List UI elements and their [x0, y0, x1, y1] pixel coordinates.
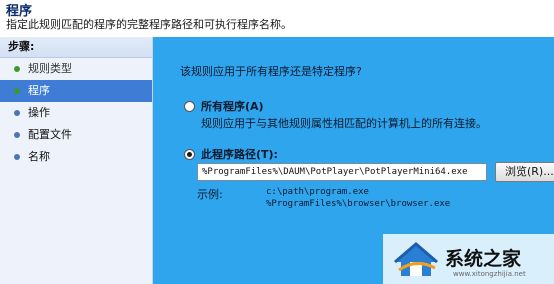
all-programs-description: 规则应用于与其他规则属性相匹配的计算机上的所有连接。 — [201, 117, 487, 130]
example-line: %ProgramFiles%\browser\browser.exe — [266, 199, 451, 209]
step-label: 操作 — [28, 106, 50, 119]
step-complete-icon — [14, 66, 20, 72]
program-question: 该规则应用于所有程序还是特定程序? — [180, 65, 362, 78]
step-label: 规则类型 — [28, 62, 72, 75]
steps-header: 步骤: — [0, 37, 152, 58]
step-current-icon — [14, 88, 20, 94]
example-line: c:\path\program.exe — [266, 187, 369, 197]
step-name[interactable]: 名称 — [0, 146, 152, 168]
step-label: 名称 — [28, 150, 50, 163]
browse-button[interactable]: 浏览(R)... — [495, 162, 554, 182]
step-bullet-icon — [14, 110, 20, 116]
step-action[interactable]: 操作 — [0, 102, 152, 124]
this-program-radio[interactable] — [184, 149, 195, 160]
this-program-label[interactable]: 此程序路径(T): — [201, 146, 278, 162]
page-description: 指定此规则匹配的程序的完整程序路径和可执行程序名称。 — [6, 18, 292, 31]
step-rule-type[interactable]: 规则类型 — [0, 58, 152, 80]
step-profile[interactable]: 配置文件 — [0, 124, 152, 146]
step-bullet-icon — [14, 132, 20, 138]
all-programs-label[interactable]: 所有程序(A) — [201, 98, 264, 114]
steps-sidebar: 步骤: 规则类型 程序 操作 配置文件 名称 — [0, 37, 153, 284]
watermark-brand: 系统之家 — [445, 248, 522, 270]
watermark-url: www.xitongzhijia.net — [453, 270, 526, 278]
all-programs-radio[interactable] — [184, 101, 195, 112]
step-program[interactable]: 程序 — [0, 80, 152, 102]
site-watermark: 系统之家 www.xitongzhijia.net — [383, 234, 554, 284]
example-label: 示例: — [197, 188, 223, 201]
house-logo-icon — [394, 242, 438, 276]
step-bullet-icon — [14, 154, 20, 160]
step-label: 程序 — [28, 84, 50, 97]
page-header: 程序 指定此规则匹配的程序的完整程序路径和可执行程序名称。 — [0, 0, 554, 34]
step-label: 配置文件 — [28, 128, 72, 141]
program-path-input[interactable]: %ProgramFiles%\DAUM\PotPlayer\PotPlayerM… — [197, 163, 487, 181]
